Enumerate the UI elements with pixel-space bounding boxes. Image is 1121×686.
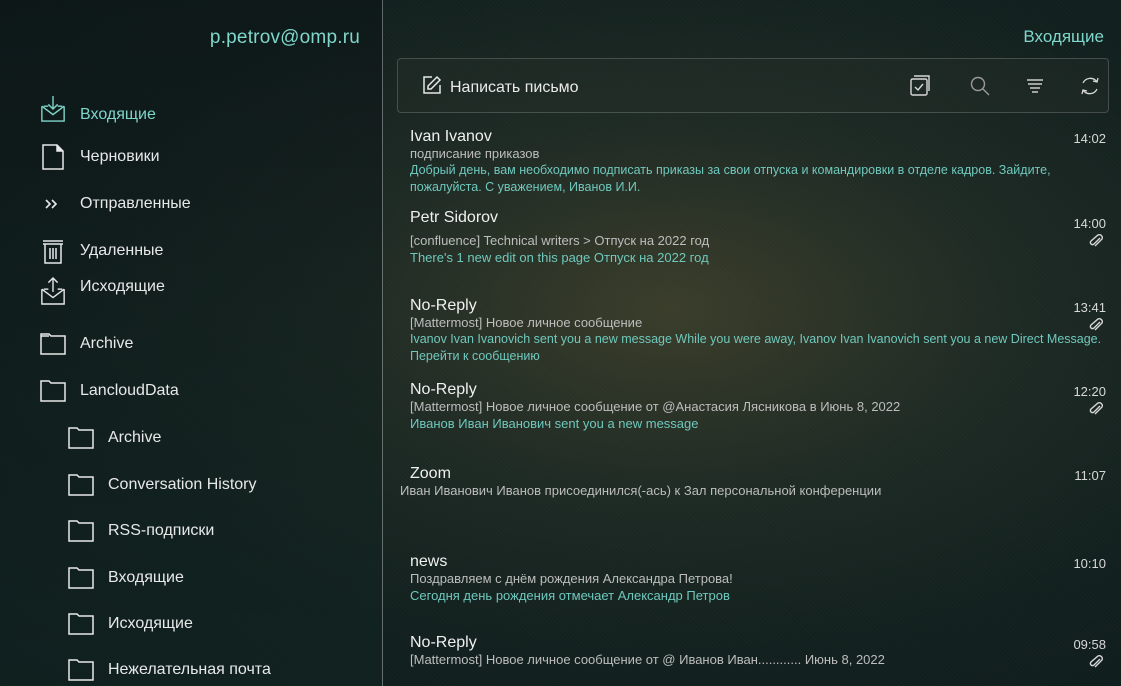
message-item[interactable]: Zoom 11:07 Иван Иванович Иванов присоеди… (400, 465, 1106, 510)
account-email[interactable]: p.petrov@omp.ru (210, 27, 360, 49)
sidebar-item-conversation-history[interactable]: Conversation History (68, 472, 257, 498)
sidebar-item-label: Отправленные (80, 195, 191, 212)
message-subject: [Mattermost] Новое личное сообщение от @… (410, 652, 885, 667)
message-item[interactable]: No-Reply 13:41 [Mattermost] Новое личное… (410, 297, 1106, 367)
sidebar-item-label: Исходящие (108, 615, 193, 632)
compose-button[interactable]: Написать письмо (422, 75, 579, 100)
page-title: Входящие (1023, 27, 1104, 46)
sidebar-item-lanclouddata[interactable]: LancloudData (40, 378, 179, 404)
sent-icon (40, 191, 66, 217)
toolbar: Написать письмо (397, 58, 1109, 113)
message-preview: Иванов Иван Иванович sent you a new mess… (410, 416, 699, 431)
sidebar: p.petrov@omp.ru Входящие Черновики Отпра… (0, 0, 383, 686)
message-preview: Ivanov Ivan Ivanovich sent you a new mes… (410, 332, 1102, 363)
message-subject: [confluence] Technical writers > Отпуск … (410, 233, 710, 248)
sidebar-item-inbox[interactable]: Входящие (40, 96, 156, 123)
sidebar-item-trash[interactable]: Удаленные (40, 238, 163, 264)
sidebar-item-label: Входящие (80, 106, 156, 123)
attachment-icon (1088, 233, 1104, 249)
trash-icon (40, 238, 66, 264)
search-icon[interactable] (968, 74, 992, 98)
message-subject: [Mattermost] Новое личное сообщение от @… (410, 399, 901, 414)
sidebar-item-label: Черновики (80, 148, 160, 165)
folder-icon (68, 518, 94, 544)
refresh-icon[interactable] (1078, 74, 1102, 98)
folder-icon (40, 331, 66, 357)
message-item[interactable]: No-Reply 09:58 [Mattermost] Новое личное… (410, 634, 1106, 678)
message-item[interactable]: No-Reply 12:20 [Mattermost] Новое личное… (410, 381, 1106, 437)
sidebar-item-sent[interactable]: Отправленные (40, 191, 191, 217)
select-icon[interactable] (908, 74, 932, 98)
compose-label: Написать письмо (450, 78, 579, 96)
folder-icon (68, 565, 94, 591)
filter-icon[interactable] (1023, 74, 1047, 98)
edit-icon (422, 75, 442, 100)
folder-icon (68, 472, 94, 498)
message-time: 11:07 (1074, 468, 1106, 483)
message-subject: подписание приказов (410, 146, 540, 161)
sidebar-item-label: Archive (108, 429, 162, 446)
message-sender: news (410, 553, 448, 570)
attachment-icon (1088, 317, 1104, 333)
message-time: 14:00 (1073, 216, 1106, 231)
message-item[interactable]: Petr Sidorov 14:00 [confluence] Technica… (410, 209, 1106, 271)
message-subject: Иван Иванович Иванов присоединился(-ась)… (400, 483, 882, 498)
attachment-icon (1088, 654, 1104, 670)
message-sender: No-Reply (410, 381, 477, 398)
folder-icon (68, 657, 94, 683)
folder-icon (68, 425, 94, 451)
sidebar-item-rss[interactable]: RSS-подписки (68, 518, 214, 544)
message-item[interactable]: Ivan Ivanov 14:02 подписание приказов До… (410, 128, 1106, 196)
folder-icon (68, 611, 94, 637)
sidebar-item-label: Входящие (108, 569, 184, 586)
sidebar-item-drafts[interactable]: Черновики (40, 144, 160, 170)
message-subject: [Mattermost] Новое личное сообщение (410, 315, 643, 330)
message-sender: No-Reply (410, 297, 477, 314)
outbox-icon (40, 277, 66, 305)
message-time: 10:10 (1073, 556, 1106, 571)
sidebar-item-archive[interactable]: Archive (40, 331, 133, 357)
sidebar-item-label: Нежелательная почта (108, 661, 271, 678)
message-sender: Petr Sidorov (410, 209, 499, 226)
attachment-icon (1088, 401, 1104, 417)
message-time: 13:41 (1073, 300, 1106, 315)
sidebar-item-label: Archive (80, 335, 134, 352)
message-sender: Zoom (410, 465, 451, 482)
sidebar-item-junk[interactable]: Нежелательная почта (68, 657, 271, 683)
draft-icon (40, 144, 66, 170)
sidebar-item-label: Исходящие (80, 278, 165, 295)
sidebar-item-sub-archive[interactable]: Archive (68, 425, 161, 451)
message-item[interactable]: news 10:10 Поздравляем с днём рождения А… (410, 553, 1106, 609)
message-time: 14:02 (1073, 131, 1106, 146)
sidebar-item-label: RSS-подписки (108, 522, 215, 539)
message-preview: Добрый день, вам необходимо подписать пр… (410, 163, 1051, 194)
folder-icon (40, 378, 66, 404)
inbox-icon (40, 96, 66, 122)
sidebar-item-label: LancloudData (80, 382, 179, 399)
message-time: 12:20 (1073, 384, 1106, 399)
message-subject: Поздравляем с днём рождения Александра П… (410, 571, 733, 586)
sidebar-item-outbox[interactable]: Исходящие (40, 277, 165, 305)
sidebar-item-sub-outbox[interactable]: Исходящие (68, 611, 193, 637)
message-sender: No-Reply (410, 634, 477, 651)
sidebar-item-sub-inbox[interactable]: Входящие (68, 565, 184, 591)
message-time: 09:58 (1073, 637, 1106, 652)
message-preview: There's 1 new edit on this page Отпуск н… (410, 250, 709, 265)
message-preview: Сегодня день рождения отмечает Александр… (410, 588, 730, 603)
sidebar-item-label: Удаленные (80, 242, 164, 259)
sidebar-item-label: Conversation History (108, 476, 257, 493)
message-sender: Ivan Ivanov (410, 128, 492, 145)
